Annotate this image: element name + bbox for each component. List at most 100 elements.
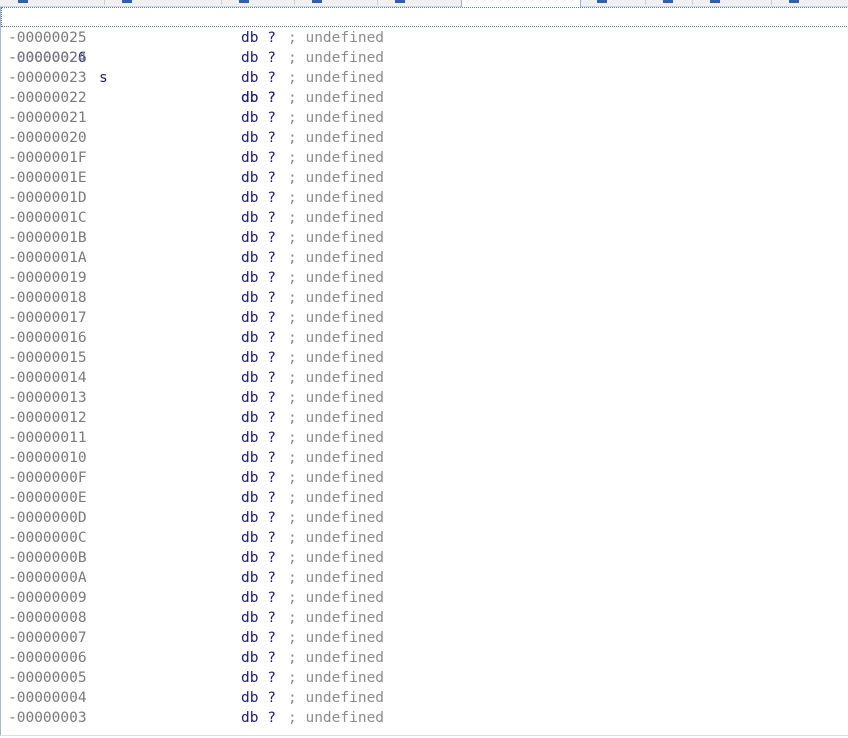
row-comment: ; undefined [288, 370, 385, 386]
tab-4[interactable] [294, 0, 378, 5]
row-address: -00000020 [8, 130, 87, 146]
row-comment: ; undefined [288, 570, 385, 586]
row-directive: db ? [241, 150, 276, 166]
row-directive: db ? [241, 670, 276, 686]
row-directive: db ? [241, 270, 276, 286]
row-comment: ; undefined [288, 430, 385, 446]
tab-icon [597, 0, 607, 3]
row-address: -00000007 [8, 630, 87, 646]
tab-1[interactable] [0, 0, 105, 5]
row-comment: ; undefined [288, 450, 385, 466]
row-address: -0000000B [8, 550, 87, 566]
row-directive: db ? [241, 710, 276, 726]
row-directive: db ? [241, 290, 276, 306]
row-address: -00000003 [8, 710, 87, 726]
row-address: -00000011 [8, 430, 87, 446]
tab-icon [239, 0, 249, 3]
row-comment: ; undefined [288, 50, 385, 66]
tab-9[interactable] [692, 0, 772, 5]
row-address: -00000013 [8, 390, 87, 406]
row-comment: ; undefined [288, 190, 385, 206]
row-directive: db ? [241, 570, 276, 586]
row-directive: db ? [241, 50, 276, 66]
tab-8[interactable] [645, 0, 693, 5]
row-directive: db ? [241, 470, 276, 486]
selection-cursor-box [1, 7, 848, 27]
tab-icon [663, 0, 673, 3]
row-directive: db ? [241, 510, 276, 526]
row-directive: db ? [241, 630, 276, 646]
row-comment: ; undefined [288, 410, 385, 426]
tab-icon [395, 0, 405, 3]
row-comment: ; undefined [288, 110, 385, 126]
row-comment: ; undefined [288, 710, 385, 726]
row-directive: db ? [241, 550, 276, 566]
row-directive: db ? [241, 110, 276, 126]
row-comment: ; undefined [288, 150, 385, 166]
row-address: -0000000D [8, 510, 87, 526]
row-comment: ; undefined [288, 250, 385, 266]
tab-3[interactable] [221, 0, 295, 5]
row-directive: db ? [241, 30, 276, 46]
row-comment: ; undefined [288, 590, 385, 606]
row-directive: db ? [241, 250, 276, 266]
row-comment: ; undefined [288, 470, 385, 486]
row-comment: ; undefined [288, 230, 385, 246]
row-directive: db ? [241, 430, 276, 446]
row-directive: db ? [241, 90, 276, 106]
row-comment: ; undefined [288, 330, 385, 346]
row-address: -0000001D [8, 190, 87, 206]
row-directive: db ? [241, 330, 276, 346]
row-comment: ; undefined [288, 90, 385, 106]
row-comment: ; undefined [288, 610, 385, 626]
row-comment: ; undefined [288, 270, 385, 286]
tab-7[interactable] [579, 0, 646, 5]
tab-icon [312, 0, 322, 3]
tab-icon [18, 0, 28, 3]
row-address: -0000000F [8, 470, 87, 486]
row-address: -00000024 [8, 50, 87, 66]
row-address: -0000000E [8, 490, 87, 506]
row-directive: db ? [241, 130, 276, 146]
row-address: -0000001A [8, 250, 87, 266]
row-directive: db ? [241, 410, 276, 426]
tab-icon [122, 0, 132, 3]
row-address: -00000008 [8, 610, 87, 626]
row-address: -00000004 [8, 690, 87, 706]
row-comment: ; undefined [288, 650, 385, 666]
row-directive: db ? [241, 610, 276, 626]
listing-row-selected[interactable]: -00000026 s db ? [1, 7, 848, 106]
tab-2[interactable] [104, 0, 222, 5]
row-comment: ; undefined [288, 530, 385, 546]
row-address: -00000019 [8, 270, 87, 286]
row-directive: db ? [241, 70, 276, 86]
tab-10[interactable] [771, 0, 848, 5]
tab-icon [710, 0, 720, 3]
row-address: -0000000A [8, 570, 87, 586]
row-comment: ; undefined [288, 550, 385, 566]
row-comment: ; undefined [288, 490, 385, 506]
row-comment: ; undefined [288, 290, 385, 306]
row-comment: ; undefined [288, 350, 385, 366]
row-address: -00000017 [8, 310, 87, 326]
stack-frame-listing[interactable]: -00000026 s db ? -00000025 db ? ; undefine… [0, 7, 848, 736]
row-address: -00000021 [8, 110, 87, 126]
row-variable-name[interactable]: s [99, 68, 108, 88]
row-comment: ; undefined [288, 30, 385, 46]
row-address: -00000025 [8, 30, 87, 46]
row-address: -00000018 [8, 290, 87, 306]
row-directive: db ? [241, 690, 276, 706]
row-address: -0000001E [8, 170, 87, 186]
row-address: -00000012 [8, 410, 87, 426]
row-address: -00000010 [8, 450, 87, 466]
tab-5[interactable] [377, 0, 462, 5]
row-directive: db ? [241, 170, 276, 186]
row-directive: db ? [241, 650, 276, 666]
row-directive: db ? [241, 190, 276, 206]
row-comment: ; undefined [288, 170, 385, 186]
row-directive: db ? [241, 310, 276, 326]
row-directive: db ? [241, 530, 276, 546]
tab-6[interactable] [461, 0, 581, 7]
row-address: -00000023 [8, 70, 87, 86]
row-address: -00000016 [8, 330, 87, 346]
